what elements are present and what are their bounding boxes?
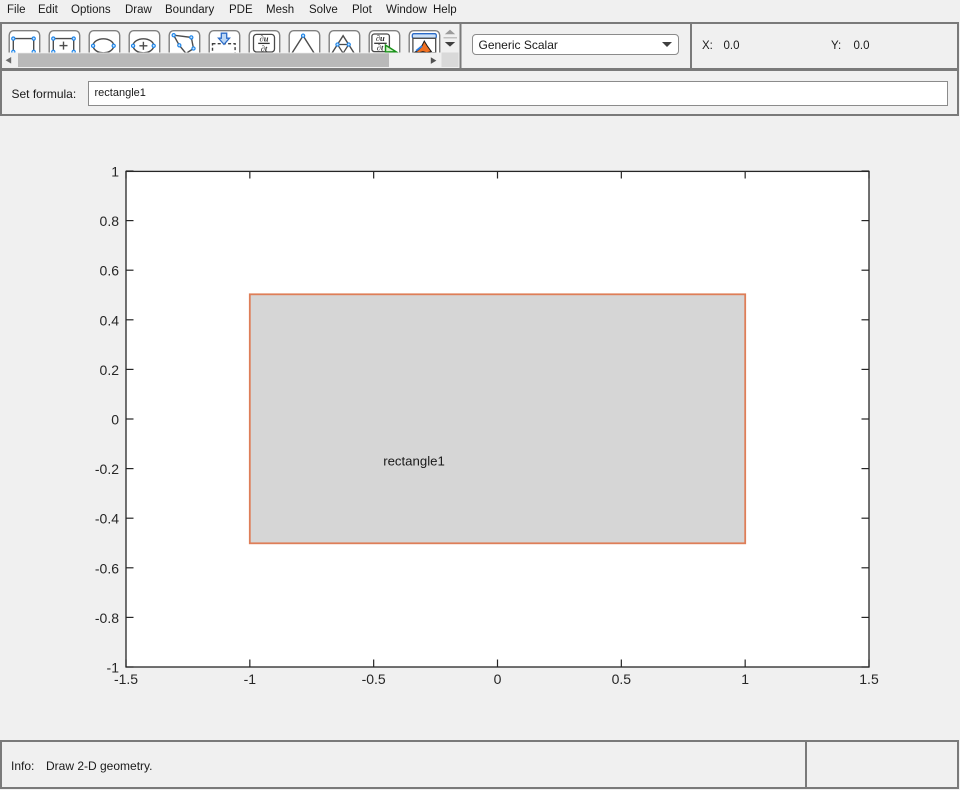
svg-text:-0.8: -0.8	[95, 610, 119, 626]
svg-text:0.6: 0.6	[100, 263, 120, 279]
svg-text:-1: -1	[107, 660, 120, 676]
svg-text:-0.6: -0.6	[95, 560, 119, 576]
svg-text:-1: -1	[244, 671, 257, 687]
svg-text:0: 0	[111, 412, 119, 428]
svg-text:1: 1	[111, 164, 119, 180]
svg-text:∂t: ∂t	[377, 43, 384, 53]
svg-text:∂u: ∂u	[260, 33, 269, 43]
svg-text:0.8: 0.8	[100, 213, 120, 229]
svg-text:0.5: 0.5	[612, 671, 632, 687]
svg-text:-0.2: -0.2	[95, 461, 119, 477]
svg-text:1.5: 1.5	[859, 671, 879, 687]
svg-text:1: 1	[741, 671, 749, 687]
svg-text:0.2: 0.2	[100, 362, 120, 378]
svg-text:-0.5: -0.5	[362, 671, 386, 687]
svg-text:0: 0	[494, 671, 502, 687]
svg-text:rectangle1: rectangle1	[383, 454, 445, 469]
svg-text:0.4: 0.4	[100, 312, 120, 328]
svg-text:∂t: ∂t	[261, 44, 268, 54]
svg-text:∂u: ∂u	[376, 33, 385, 43]
svg-text:-0.4: -0.4	[95, 511, 119, 527]
